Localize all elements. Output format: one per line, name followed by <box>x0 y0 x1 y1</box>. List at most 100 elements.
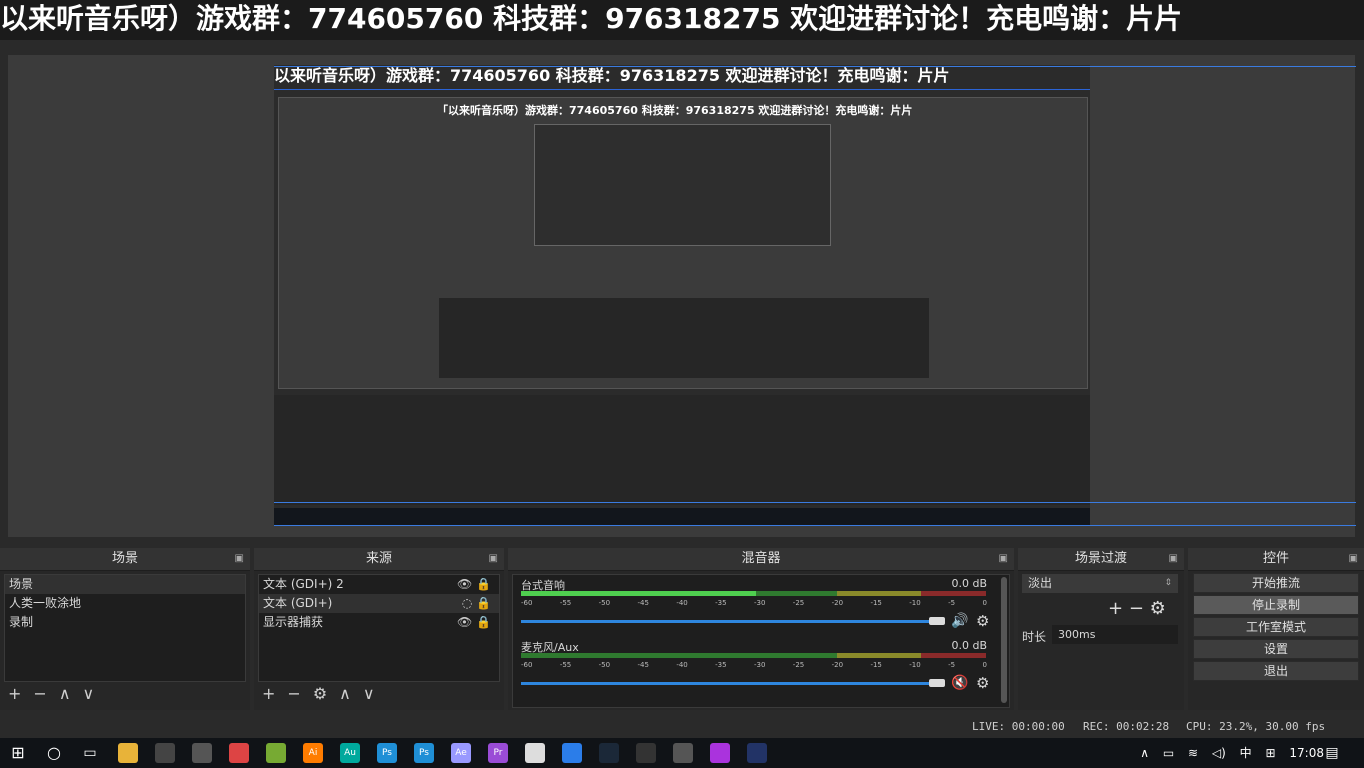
chrome-icon[interactable] <box>229 743 249 763</box>
volume-level <box>521 591 756 596</box>
illustrator-icon[interactable]: Ai <box>303 743 323 763</box>
volume-icon[interactable]: ◁) <box>1212 746 1226 760</box>
float-icon[interactable]: ▣ <box>1349 548 1358 570</box>
mixer-channel: 麦克风/Aux 0.0 dB -60 -55 -50 -45 -40 -35 -30 -25-… <box>521 639 989 699</box>
cpu-status: CPU: 23.2%, 30.00 fps <box>1186 720 1326 733</box>
photoshop2-icon[interactable]: Ps <box>414 743 434 763</box>
sources-dock: 来源 ▣ 文本 (GDI+) 2 👁 🔒 文本 (GDI+) ◌ 🔒 显示器捕获 👁 🔒… <box>254 548 504 710</box>
meter-ticks: -60 -55 -50 -45 -40 -35 -30 -25 -20 -15 -10 -5 0 <box>521 661 987 669</box>
app-tri-icon[interactable] <box>710 743 730 763</box>
remove-icon[interactable]: − <box>33 684 46 703</box>
notification-icon[interactable]: ▤ <box>1322 743 1342 763</box>
add-icon[interactable]: + <box>1108 598 1123 619</box>
app-green-icon[interactable] <box>266 743 286 763</box>
nested-preview-3 <box>534 124 831 246</box>
volume-slider-handle[interactable] <box>929 679 945 687</box>
wifi-icon[interactable]: ≋ <box>1188 746 1198 760</box>
transition-toolbar: + − ⚙ <box>1108 598 1166 619</box>
system-tray: ∧ ▭ ≋ ◁) 中 ⊞ 17:08 <box>1130 738 1324 768</box>
start-streaming-button[interactable]: 开始推流 <box>1193 573 1359 593</box>
audition-icon[interactable]: Au <box>340 743 360 763</box>
remove-icon[interactable]: − <box>287 684 300 703</box>
windows-start-icon[interactable]: ⊞ <box>8 743 28 763</box>
premiere-icon[interactable]: Pr <box>488 743 508 763</box>
gear-icon[interactable]: ⚙ <box>313 684 327 703</box>
eye-lock-icon[interactable]: 👁 🔒 <box>457 613 491 632</box>
status-bar: LIVE: 00:00:00 REC: 00:02:28 CPU: 23.2%,… <box>0 716 1364 736</box>
paint-icon[interactable] <box>525 743 545 763</box>
stream-banner: 以来听音乐呀）游戏群：774605760 科技群：976318275 欢迎进群讨… <box>0 0 1364 40</box>
gear-icon[interactable]: ⚙ <box>1150 598 1166 619</box>
controls-dock: 控件 ▣ 开始推流 停止录制 工作室模式 设置 退出 <box>1188 548 1364 710</box>
scene-item[interactable]: 场景 <box>5 575 245 594</box>
remove-icon[interactable]: − <box>1129 598 1144 619</box>
channel-db: 0.0 dB <box>951 639 987 652</box>
float-icon[interactable]: ▣ <box>489 548 498 570</box>
clock[interactable]: 17:08 <box>1289 746 1324 760</box>
photoshop-icon[interactable]: Ps <box>377 743 397 763</box>
move-down-icon[interactable]: ∨ <box>83 684 95 703</box>
meter-ticks: -60 -55 -50 -45 -40 -35 -30 -25 -20 -15 -10 -5 0 <box>521 599 987 607</box>
obs-icon[interactable] <box>192 743 212 763</box>
nested-docks-main <box>274 395 1090 505</box>
sources-toolbar: + − ⚙ ∧ ∨ <box>262 684 387 706</box>
channel-db: 0.0 dB <box>951 577 987 590</box>
app-nox-icon[interactable] <box>636 743 656 763</box>
after-effects-icon[interactable]: Ae <box>451 743 471 763</box>
selection-line <box>274 66 1356 67</box>
source-item[interactable]: 显示器捕获 👁 🔒 <box>259 613 499 632</box>
rec-status: REC: 00:02:28 <box>1083 720 1170 733</box>
move-up-icon[interactable]: ∧ <box>339 684 351 703</box>
duration-input[interactable]: 300ms <box>1052 625 1178 644</box>
task-view-icon[interactable]: ▭ <box>80 743 100 763</box>
float-icon[interactable]: ▣ <box>999 548 1008 570</box>
selection-line <box>274 525 1356 526</box>
nested-banner-2: 「以来听音乐呀）游戏群：774605760 科技群：976318275 欢迎进群… <box>437 104 913 117</box>
stop-recording-button[interactable]: 停止录制 <box>1193 595 1359 615</box>
mixer-header: 混音器 ▣ <box>508 548 1014 571</box>
mixer-scrollbar[interactable] <box>1001 577 1007 703</box>
eye-lock-icon[interactable]: 👁 🔒 <box>457 575 491 594</box>
float-icon[interactable]: ▣ <box>235 548 244 570</box>
app-circle-icon[interactable] <box>747 743 767 763</box>
steam-icon[interactable] <box>599 743 619 763</box>
volume-slider[interactable] <box>521 682 941 685</box>
volume-meter <box>521 653 986 658</box>
battery-icon[interactable]: ▭ <box>1163 746 1174 760</box>
scenes-dock: 场景 ▣ 场景 人类一败涂地 录制 + − ∧ ∨ <box>0 548 250 710</box>
add-icon[interactable]: + <box>8 684 21 703</box>
mail-icon[interactable] <box>155 743 175 763</box>
sources-header: 来源 ▣ <box>254 548 504 571</box>
add-icon[interactable]: + <box>262 684 275 703</box>
scene-item[interactable]: 人类一败涂地 <box>5 594 245 613</box>
scene-item[interactable]: 录制 <box>5 613 245 632</box>
source-item[interactable]: 文本 (GDI+) ◌ 🔒 <box>259 594 499 613</box>
settings-button[interactable]: 设置 <box>1193 639 1359 659</box>
controls-header: 控件 ▣ <box>1188 548 1364 571</box>
file-explorer-icon[interactable] <box>118 743 138 763</box>
source-item[interactable]: 文本 (GDI+) 2 👁 🔒 <box>259 575 499 594</box>
keyboard-icon[interactable]: ⊞ <box>1266 746 1276 760</box>
app-blue-icon[interactable] <box>562 743 582 763</box>
volume-slider-handle[interactable] <box>929 617 945 625</box>
cortana-icon[interactable]: ○ <box>44 743 64 763</box>
gear-icon[interactable]: ⚙ <box>976 674 989 692</box>
mixer-panel: 台式音响 0.0 dB -60 -55 -50 -45 -40 -35 -30 -25 -20-… <box>512 574 1010 708</box>
move-up-icon[interactable]: ∧ <box>59 684 71 703</box>
transition-select[interactable]: 淡出 ⇕ <box>1022 574 1178 593</box>
app-gray-icon[interactable] <box>673 743 693 763</box>
chevron-up-icon[interactable]: ∧ <box>1140 746 1149 760</box>
exit-button[interactable]: 退出 <box>1193 661 1359 681</box>
gear-icon[interactable]: ⚙ <box>976 612 989 630</box>
move-down-icon[interactable]: ∨ <box>363 684 375 703</box>
speaker-muted-icon[interactable]: 🔇 <box>951 675 968 691</box>
float-icon[interactable]: ▣ <box>1169 548 1178 570</box>
nested-banner: 以来听音乐呀）游戏群：774605760 科技群：976318275 欢迎进群讨… <box>274 65 1090 90</box>
windows-taskbar: ⊞ ○ ▭ Ai Au Ps Ps Ae Pr ∧ ▭ ≋ ◁) 中 ⊞ 17:08 ▤ <box>0 738 1364 768</box>
volume-slider[interactable] <box>521 620 941 623</box>
scenes-toolbar: + − ∧ ∨ <box>8 684 106 706</box>
speaker-icon[interactable]: 🔊 <box>951 613 968 629</box>
eye-hidden-lock-icon[interactable]: ◌ 🔒 <box>462 594 491 613</box>
studio-mode-button[interactable]: 工作室模式 <box>1193 617 1359 637</box>
ime-indicator[interactable]: 中 <box>1240 746 1252 760</box>
